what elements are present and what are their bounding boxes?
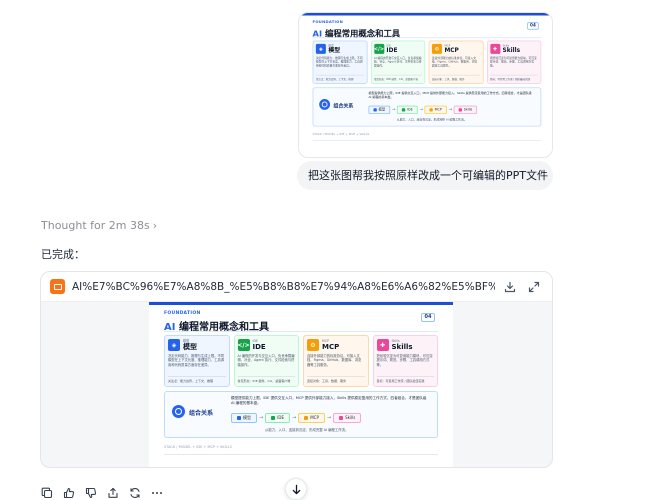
combo-section: 组合关系 模型提供能力上限，IDE 提供交互入口，MCP 提供外部能力接入，Sk… xyxy=(312,87,542,127)
link-icon xyxy=(172,405,185,418)
more-icon xyxy=(151,491,162,494)
code-icon: </> xyxy=(237,339,250,351)
card-skills: ✚ Skills Skills 把经验沉淀为可复用能力模块，可沉淀提示词、规范、步… xyxy=(486,40,542,84)
file-attachment-card[interactable]: AI%E7%BC%96%E7%A8%8B_%E5%B8%B8%E7%94%A8%… xyxy=(40,271,553,468)
thumbs-down-button[interactable] xyxy=(84,486,97,499)
user-message: 把这张图帮我按照原样改成一个可编辑的PPT文件 xyxy=(297,161,553,190)
plus-icon: ✚ xyxy=(489,43,500,54)
source-slide-thumbnail: FOUNDATION AI 编程常用概念和工具 04 ◈ 模型 模型 决定代码能力… xyxy=(300,13,552,152)
retry-button[interactable] xyxy=(128,486,141,499)
file-header: AI%E7%BC%96%E7%A8%8B_%E5%B8%B8%E7%94%A8%… xyxy=(41,272,552,302)
plug-icon: ⚙ xyxy=(431,43,442,54)
card-skills: ✚ Skills Skills 把经验沉淀为可复用能力模块，可沉淀提示词、规范、步… xyxy=(372,335,438,387)
copy-button[interactable] xyxy=(40,486,53,499)
plus-icon: ✚ xyxy=(376,339,389,351)
model-icon: ◈ xyxy=(168,339,180,351)
card-ide: </> IDE IDE AI 编程的开发与交互入口，负责承载编辑、补全、Agent… xyxy=(233,335,299,387)
retry-icon xyxy=(129,487,140,498)
card-model: ◈ 模型 模型 决定代码能力、推理与生成上限。不同模型在上下文长度、推理能力、工具… xyxy=(312,40,368,84)
ppt-file-icon xyxy=(50,279,65,294)
code-icon: </> xyxy=(374,43,384,54)
combo-section: 组合关系 模型提供能力上限，IDE 提供交互入口，MCP 提供外部能力接入，Sk… xyxy=(164,391,438,438)
model-icon: ◈ xyxy=(315,43,326,54)
slide-top-bar xyxy=(300,13,552,16)
file-name[interactable]: AI%E7%BC%96%E7%A8%8B_%E5%B8%B8%E7%94%A8%… xyxy=(72,281,495,293)
expand-button[interactable] xyxy=(525,278,543,296)
download-icon xyxy=(504,281,516,292)
user-uploaded-image[interactable]: FOUNDATION AI 编程常用概念和工具 04 ◈ 模型 模型 决定代码能力… xyxy=(298,12,553,158)
card-ide: </> IDE IDE AI 编程的开发与交互入口，负责承载编辑、补全、Agent… xyxy=(370,40,426,84)
download-button[interactable] xyxy=(501,278,519,296)
flow-chain: 模型 → IDE → MCP → Skills xyxy=(368,105,478,115)
assistant-message: 已完成： xyxy=(41,248,85,261)
chevron-right-icon: › xyxy=(152,219,158,232)
plug-icon: ⚙ xyxy=(307,339,319,351)
card-model: ◈ 模型 模型 决定代码能力、推理与生成上限。不同模型在上下文长度、推理能力、工具… xyxy=(164,335,230,387)
slide-eyebrow: FOUNDATION xyxy=(312,20,344,25)
thought-toggle[interactable]: Thought for 2m 38s › xyxy=(41,219,157,232)
thumbs-up-button[interactable] xyxy=(62,486,75,499)
generated-slide: FOUNDATION AI 编程常用概念和工具 04 ◈ 模型 模型 决定代码能力… xyxy=(149,302,453,467)
thought-label: Thought for 2m 38s xyxy=(41,219,150,232)
slide-page-number: 04 xyxy=(527,22,539,30)
message-actions xyxy=(40,486,163,499)
copy-icon xyxy=(41,487,52,498)
slide-divider xyxy=(312,37,542,39)
scroll-to-bottom-button[interactable] xyxy=(285,478,307,500)
link-icon xyxy=(319,99,331,110)
share-icon xyxy=(107,487,118,498)
card-mcp: ⚙ MCP MCP 连接外部能力的标准协议。可接入文档、Figma、GitHub、… xyxy=(428,40,484,84)
more-button[interactable] xyxy=(150,486,163,499)
thumbs-down-icon xyxy=(85,487,96,498)
flow-chain: 模型 → IDE → MCP → Skills xyxy=(231,413,362,423)
thumbs-up-icon xyxy=(63,487,74,498)
expand-icon xyxy=(528,281,540,292)
card-mcp: ⚙ MCP MCP 连接外部能力的标准协议。可接入文档、Figma、GitHub、… xyxy=(303,335,369,387)
arrow-down-icon xyxy=(292,484,300,494)
ppt-preview[interactable]: FOUNDATION AI 编程常用概念和工具 04 ◈ 模型 模型 决定代码能力… xyxy=(149,302,453,467)
share-button[interactable] xyxy=(106,486,119,499)
